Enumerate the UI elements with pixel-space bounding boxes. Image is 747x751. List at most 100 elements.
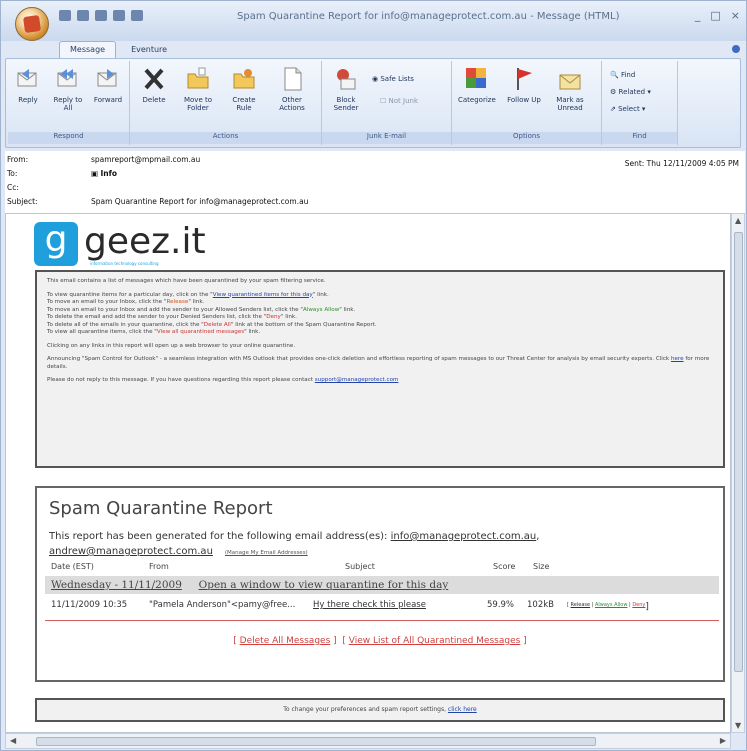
move-to-folder-button[interactable]: Move to Folder bbox=[180, 65, 216, 112]
other-actions-button[interactable]: Other Actions bbox=[274, 65, 310, 112]
scroll-up-icon[interactable]: ▲ bbox=[735, 216, 741, 225]
horizontal-scroll-thumb[interactable] bbox=[36, 737, 596, 746]
generated-text: This report has been generated for the f… bbox=[49, 531, 391, 542]
to-value[interactable]: ▣ Info bbox=[91, 169, 117, 178]
mark-as-unread-button[interactable]: Mark as Unread bbox=[552, 65, 588, 112]
office-button[interactable] bbox=[15, 7, 49, 41]
info-email-link[interactable]: info@manageprotect.com.au bbox=[391, 531, 537, 542]
delete-button[interactable]: Delete bbox=[136, 65, 172, 104]
view-all-list-link[interactable]: View List of All Quarantined Messages bbox=[349, 636, 521, 646]
up-arrow-icon[interactable] bbox=[113, 10, 125, 21]
scroll-down-icon[interactable]: ▼ bbox=[735, 721, 741, 730]
col-score: Score bbox=[493, 562, 516, 571]
manage-addresses-link[interactable]: (Manage My Email Addresses) bbox=[225, 550, 308, 556]
deny-link[interactable]: Deny bbox=[632, 602, 645, 608]
release-link[interactable]: Release bbox=[571, 602, 591, 608]
instr6-b: " link. bbox=[244, 329, 261, 335]
instruction-deny: To delete the email and add the sender t… bbox=[47, 314, 713, 322]
vertical-scrollbar[interactable]: ▲ ▼ bbox=[731, 213, 745, 733]
close-button[interactable]: × bbox=[731, 9, 740, 22]
vertical-scroll-thumb[interactable] bbox=[734, 232, 743, 672]
find-button[interactable]: 🔍 Find bbox=[610, 71, 635, 79]
categorize-icon bbox=[466, 68, 486, 88]
maximize-button[interactable]: □ bbox=[710, 9, 720, 22]
report-actions: [ Delete All Messages ] [ View List of A… bbox=[233, 636, 527, 646]
save-icon[interactable] bbox=[59, 10, 71, 21]
respond-group-label: Respond bbox=[8, 132, 129, 144]
rule-icon bbox=[233, 69, 255, 89]
minimize-button[interactable]: _ bbox=[695, 9, 701, 22]
to-name: Info bbox=[100, 169, 118, 178]
redo-icon[interactable] bbox=[95, 10, 107, 21]
window-title: Spam Quarantine Report for info@managepr… bbox=[237, 11, 620, 22]
block-sender-button[interactable]: Block Sender bbox=[328, 65, 364, 112]
row-subject-link[interactable]: Hy there check this please bbox=[313, 600, 426, 610]
categorize-button[interactable]: Categorize bbox=[458, 65, 496, 104]
instructions: To view quarantine items for a particula… bbox=[47, 292, 713, 337]
reply-button[interactable]: Reply bbox=[10, 65, 46, 104]
instr4-b: " link. bbox=[280, 314, 297, 320]
announce-a: Announcing "Spam Control for Outlook" - … bbox=[47, 356, 671, 362]
clicking-note: Clicking on any links in this report wil… bbox=[47, 342, 296, 349]
andrew-email-link[interactable]: andrew@manageprotect.com.au bbox=[49, 546, 213, 557]
open-day-window-link[interactable]: Open a window to view quarantine for thi… bbox=[199, 579, 449, 591]
move-to-folder-label: Move to Folder bbox=[183, 96, 213, 112]
generated-sep: , bbox=[536, 531, 540, 542]
noreply-a: Please do not reply to this message. If … bbox=[47, 377, 315, 383]
horizontal-scrollbar[interactable]: ◀ ▶ bbox=[5, 733, 731, 749]
safe-lists-label: Safe Lists bbox=[380, 75, 414, 83]
instr2-b: " link. bbox=[188, 299, 205, 305]
details-link[interactable]: here bbox=[671, 356, 684, 362]
col-date: Date (EST) bbox=[51, 562, 94, 571]
delete-all-link[interactable]: Delete All Messages bbox=[240, 636, 331, 646]
block-sender-label: Block Sender bbox=[333, 96, 359, 112]
day-label[interactable]: Wednesday - 11/11/2009 bbox=[51, 579, 182, 591]
scroll-right-icon[interactable]: ▶ bbox=[720, 736, 726, 745]
view-day-link[interactable]: View quarantined items for this day bbox=[213, 292, 313, 298]
select-label: Select bbox=[618, 105, 640, 113]
forward-button[interactable]: Forward bbox=[90, 65, 126, 104]
from-value[interactable]: spamreport@mpmail.com.au bbox=[91, 155, 200, 164]
row-from: "Pamela Anderson"<pamy@free... bbox=[149, 600, 296, 610]
reply-all-button[interactable]: Reply to All bbox=[50, 65, 86, 112]
prefs-link[interactable]: click here bbox=[448, 706, 477, 713]
info-box: This email contains a list of messages w… bbox=[35, 270, 725, 468]
undo-icon[interactable] bbox=[77, 10, 89, 21]
row-actions: [ Release | Always Allow | Deny ] bbox=[567, 602, 649, 612]
mark-as-unread-label: Mark as Unread bbox=[556, 96, 584, 112]
delete-x-icon bbox=[144, 68, 164, 90]
geezit-logo: g geez.it information technology consult… bbox=[34, 222, 234, 270]
junk-group-label: Junk E-mail bbox=[322, 132, 451, 144]
safe-lists-button[interactable]: ◉ Safe Lists bbox=[372, 75, 414, 83]
row-date: 11/11/2009 10:35 bbox=[51, 600, 128, 610]
always-allow-word: Always Allow bbox=[302, 306, 340, 313]
instr6-a: To view all quarantine items, click the … bbox=[47, 329, 157, 335]
follow-up-button[interactable]: Follow Up bbox=[506, 65, 542, 104]
scroll-left-icon[interactable]: ◀ bbox=[10, 736, 16, 745]
table-row: 11/11/2009 10:35 "Pamela Anderson"<pamy@… bbox=[51, 600, 721, 614]
support-email-link[interactable]: support@manageprotect.com bbox=[315, 377, 399, 383]
instr5-a: To delete all of the emails in your quar… bbox=[47, 321, 204, 328]
envelope-icon bbox=[559, 74, 581, 90]
tab-message[interactable]: Message bbox=[59, 41, 117, 59]
tab-eventure[interactable]: Eventure bbox=[120, 41, 178, 59]
down-arrow-icon[interactable] bbox=[131, 10, 143, 21]
instruction-release: To move an email to your Inbox, click th… bbox=[47, 299, 713, 307]
other-actions-label: Other Actions bbox=[279, 96, 305, 112]
related-button[interactable]: ⚙ Related ▾ bbox=[610, 88, 651, 96]
create-rule-button[interactable]: Create Rule bbox=[226, 65, 262, 112]
help-icon[interactable] bbox=[732, 45, 740, 53]
prefs-text: To change your preferences and spam repo… bbox=[283, 706, 448, 713]
report-title: Spam Quarantine Report bbox=[49, 498, 273, 519]
not-junk-button[interactable]: ☐ Not Junk bbox=[380, 97, 418, 105]
categorize-label: Categorize bbox=[458, 96, 496, 104]
block-sender-icon bbox=[337, 69, 356, 90]
report-generated-line-2: andrew@manageprotect.com.au (Manage My Em… bbox=[49, 546, 308, 557]
always-allow-link[interactable]: Always Allow bbox=[595, 602, 627, 608]
col-from: From bbox=[149, 562, 169, 571]
delete-label: Delete bbox=[142, 96, 166, 104]
preferences-box: To change your preferences and spam repo… bbox=[35, 698, 725, 722]
select-button[interactable]: ⇗ Select ▾ bbox=[610, 105, 645, 113]
row-score: 59.9% bbox=[487, 600, 515, 610]
subject-label: Subject: bbox=[7, 197, 38, 206]
